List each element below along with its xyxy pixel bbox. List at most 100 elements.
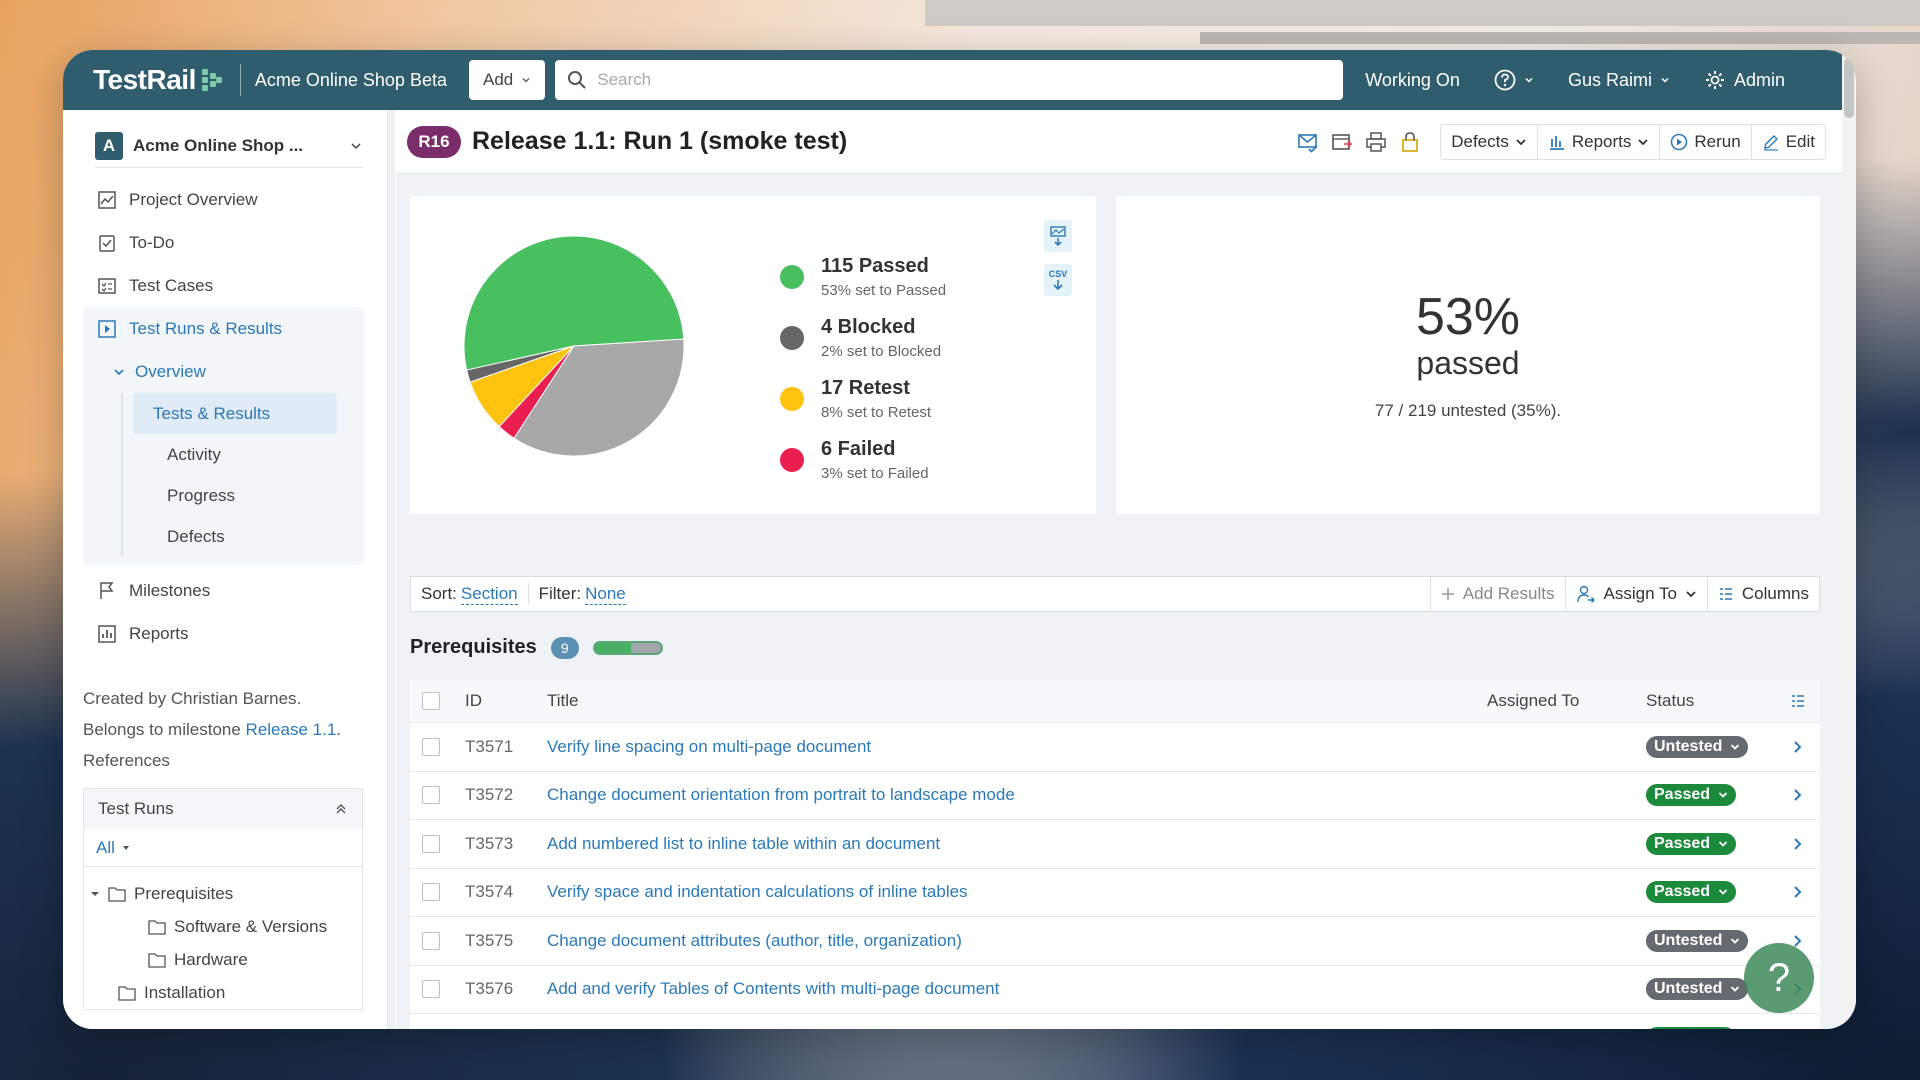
column-header-id[interactable]: ID — [465, 691, 547, 711]
milestone-link[interactable]: Release 1.1 — [246, 720, 337, 739]
flag-icon — [100, 581, 114, 599]
email-check-icon[interactable] — [1296, 130, 1320, 154]
table-row[interactable]: T3575 Change document attributes (author,… — [410, 917, 1820, 966]
filter-value: All — [96, 837, 115, 857]
tree-item-hardware[interactable]: Hardware — [84, 943, 362, 976]
row-expand[interactable] — [1776, 740, 1820, 754]
scrollbar-thumb[interactable] — [1844, 58, 1854, 118]
working-on-link[interactable]: Working On — [1365, 70, 1460, 91]
row-checkbox[interactable] — [422, 883, 440, 902]
sidebar-item-progress[interactable]: Progress — [123, 475, 364, 516]
tree-item-installation[interactable]: Installation — [84, 976, 362, 1009]
sidebar-item-test-cases[interactable]: Test Cases — [63, 264, 387, 307]
test-title-link[interactable]: Change document attributes (author, titl… — [547, 931, 1487, 951]
sidebar-item-defects[interactable]: Defects — [123, 516, 364, 557]
tree-item-prerequisites[interactable]: Prerequisites — [84, 877, 362, 910]
testrail-logo[interactable]: TestRail — [93, 64, 224, 96]
test-title-link[interactable]: Change document orientation from portrai… — [547, 785, 1487, 805]
legend-item-blocked: 4 Blocked 2% set to Blocked — [780, 307, 946, 368]
add-results-button[interactable]: Add Results — [1429, 577, 1565, 611]
tree-item-software[interactable]: Software & Versions — [84, 910, 362, 943]
row-checkbox[interactable] — [422, 834, 440, 853]
status-cell: Passed — [1646, 881, 1776, 904]
tree-item-label: Installation — [144, 982, 226, 1002]
chevron-down-icon — [1731, 744, 1740, 750]
section-title[interactable]: Prerequisites — [410, 636, 537, 659]
export-csv-icon[interactable]: CSV — [1044, 264, 1072, 296]
sidebar-item-todo[interactable]: To-Do — [63, 221, 387, 264]
row-expand[interactable] — [1776, 885, 1820, 899]
status-dropdown[interactable]: Passed — [1646, 784, 1737, 807]
admin-link[interactable]: Admin — [1704, 69, 1785, 91]
test-title-link[interactable]: Verify line spacing on multi-page docume… — [547, 737, 1487, 757]
sidebar-item-overview[interactable]: Overview — [83, 350, 364, 393]
section-header: Prerequisites 9 — [410, 636, 663, 659]
sidebar-item-milestones[interactable]: Milestones — [63, 569, 387, 612]
reports-button[interactable]: Reports — [1538, 124, 1661, 159]
test-title-link[interactable]: Add and verify Tables of Contents with m… — [547, 979, 1487, 999]
export-image-icon[interactable] — [1044, 220, 1072, 252]
status-dropdown[interactable]: Passed — [1646, 832, 1737, 855]
column-settings[interactable] — [1776, 693, 1820, 709]
page-scrollbar[interactable] — [1842, 50, 1856, 1029]
user-name: Gus Raimi — [1567, 69, 1652, 90]
column-header-assigned[interactable]: Assigned To — [1487, 691, 1646, 711]
assign-to-button[interactable]: Assign To — [1564, 577, 1707, 611]
table-row[interactable]: T3577Verify space and indentation calcul… — [410, 1014, 1820, 1029]
lock-icon[interactable] — [1398, 130, 1422, 154]
sidebar-item-project-overview[interactable]: Project Overview — [63, 178, 387, 221]
row-checkbox[interactable] — [422, 931, 440, 950]
test-runs-nav-group: Test Runs & Results Overview Tests & Res… — [83, 307, 364, 565]
status-dropdown[interactable]: Passed — [1646, 1026, 1737, 1029]
select-all-checkbox[interactable] — [422, 692, 440, 710]
column-header-title[interactable]: Title — [547, 691, 1487, 711]
test-runs-filter[interactable]: All — [84, 829, 362, 867]
table-header-row: ID Title Assigned To Status — [410, 680, 1820, 723]
help-bubble-button[interactable]: ? — [1744, 943, 1814, 1013]
table-body: T3571 Verify line spacing on multi-page d… — [410, 723, 1820, 1029]
row-expand[interactable] — [1776, 837, 1820, 851]
project-name[interactable]: Acme Online Shop Beta — [255, 70, 447, 91]
help-menu[interactable] — [1494, 69, 1534, 91]
table-row[interactable]: T3576 Add and verify Tables of Contents w… — [410, 966, 1820, 1014]
table-row[interactable]: T3572 Change document orientation from po… — [410, 772, 1820, 820]
row-checkbox[interactable] — [422, 786, 440, 805]
user-menu[interactable]: Gus Raimi — [1568, 70, 1670, 91]
row-checkbox[interactable] — [422, 980, 440, 999]
status-dropdown[interactable]: Passed — [1646, 881, 1737, 904]
rerun-button[interactable]: Rerun — [1660, 124, 1752, 159]
table-row[interactable]: T3573 Add numbered list to inline table w… — [410, 820, 1820, 869]
status-label: Passed — [1654, 834, 1711, 852]
export-icon[interactable] — [1330, 130, 1354, 154]
print-icon[interactable] — [1364, 130, 1388, 154]
defects-button[interactable]: Defects — [1441, 124, 1538, 159]
project-selector[interactable]: A Acme Online Shop ... — [95, 124, 363, 168]
test-title-link[interactable]: Add numbered list to inline table within… — [547, 834, 1487, 854]
topbar-right: Working On Gus Raimi Admin — [1365, 69, 1819, 91]
status-dropdown[interactable]: Untested — [1646, 978, 1749, 1001]
filter-value-link[interactable]: None — [585, 584, 626, 605]
column-header-status[interactable]: Status — [1646, 691, 1776, 711]
test-title-link[interactable]: Verify space and indentation calculation… — [547, 1028, 1487, 1029]
add-button[interactable]: Add — [468, 60, 546, 100]
collapse-up-icon[interactable] — [334, 802, 348, 816]
reports-label: Reports — [1571, 131, 1632, 151]
sidebar-item-test-runs[interactable]: Test Runs & Results — [83, 307, 364, 350]
search-field[interactable]: Search — [555, 60, 1344, 100]
test-title-link[interactable]: Verify space and indentation calculation… — [547, 882, 1487, 902]
sidebar-item-tests-results[interactable]: Tests & Results — [133, 393, 337, 434]
columns-button[interactable]: Columns — [1706, 577, 1819, 611]
test-id: T3574 — [465, 882, 514, 902]
row-expand[interactable] — [1776, 788, 1820, 802]
status-dropdown[interactable]: Untested — [1646, 929, 1749, 952]
test-runs-header[interactable]: Test Runs — [84, 789, 362, 829]
row-checkbox[interactable] — [422, 737, 440, 756]
table-row[interactable]: T3571 Verify line spacing on multi-page d… — [410, 723, 1820, 772]
legend-dot — [780, 386, 804, 411]
sidebar-item-reports[interactable]: Reports — [63, 612, 387, 655]
status-dropdown[interactable]: Untested — [1646, 735, 1749, 758]
sidebar-item-activity[interactable]: Activity — [123, 434, 364, 475]
edit-button[interactable]: Edit — [1752, 125, 1825, 159]
sort-value-link[interactable]: Section — [460, 584, 518, 605]
table-row[interactable]: T3574 Verify space and indentation calcul… — [410, 869, 1820, 917]
